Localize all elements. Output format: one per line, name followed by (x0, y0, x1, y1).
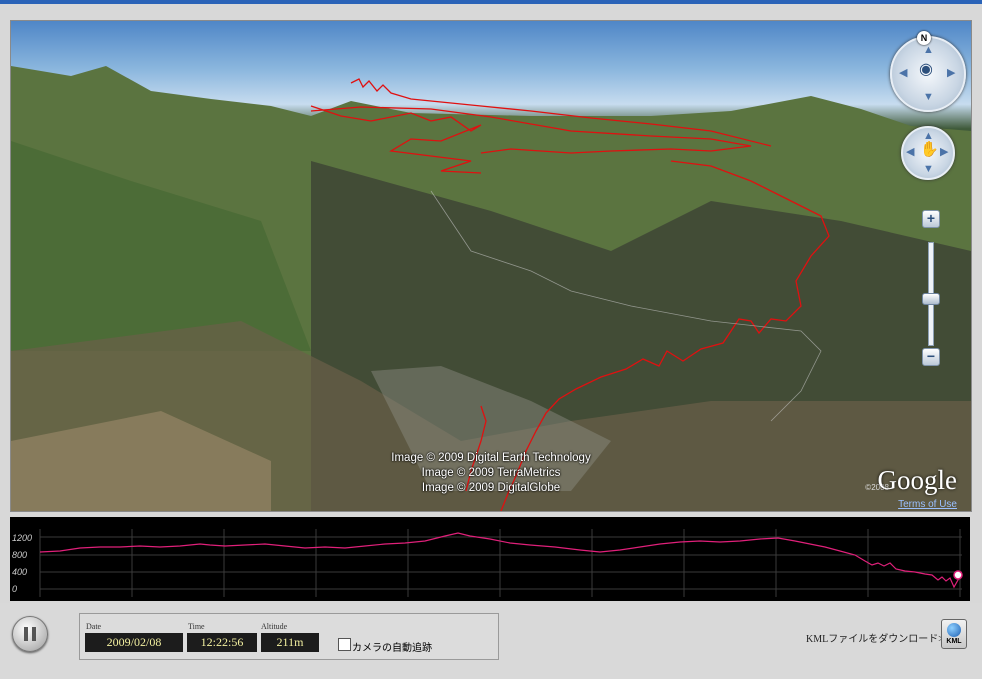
altitude-value: 211m (261, 633, 319, 652)
camera-follow-label[interactable]: カメラの自動追跡 (352, 639, 432, 654)
google-logo: Google (877, 465, 957, 495)
track-info-panel: Date 2009/02/08 Time 12:22:56 Altitude 2… (79, 613, 499, 660)
north-indicator[interactable]: N (917, 31, 931, 45)
imagery-credit-3: Image © 2009 DigitalGlobe (421, 482, 561, 494)
kml-file-icon[interactable]: KML (941, 619, 967, 649)
time-label: Time (188, 622, 205, 631)
map-viewport[interactable]: Image © 2009 Digital Earth Technology Im… (10, 20, 972, 512)
zoom-handle[interactable] (922, 293, 940, 305)
kml-download-link[interactable]: KMLファイルをダウンロード>> (806, 630, 950, 645)
look-right-icon[interactable]: ▶ (947, 68, 955, 79)
altitude-label: Altitude (261, 622, 288, 631)
elevation-profile[interactable]: 1200 800 400 0 (10, 517, 970, 601)
elevation-plot (39, 529, 963, 597)
terrain-imagery (11, 66, 971, 511)
move-right-icon[interactable]: ▶ (940, 147, 948, 158)
camera-follow-checkbox[interactable] (338, 638, 351, 651)
time-value: 12:22:56 (187, 633, 257, 652)
pause-icon (24, 627, 28, 641)
current-position-marker (953, 570, 963, 580)
look-control[interactable]: ▲ ▼ ◀ ▶ ◉ (890, 36, 966, 112)
look-left-icon[interactable]: ◀ (899, 68, 907, 79)
move-down-icon[interactable]: ▼ (923, 164, 934, 175)
imagery-credit-2: Image © 2009 TerraMetrics (421, 467, 561, 479)
move-left-icon[interactable]: ◀ (906, 147, 914, 158)
date-value: 2009/02/08 (85, 633, 183, 652)
imagery-credit-1: Image © 2009 Digital Earth Technology (391, 452, 591, 464)
zoom-in-button[interactable]: + (922, 210, 940, 228)
zoom-out-button[interactable]: − (922, 348, 940, 366)
date-label: Date (86, 622, 102, 631)
eye-icon: ◉ (919, 61, 933, 78)
globe-icon (947, 623, 961, 637)
top-accent-bar (0, 0, 982, 4)
move-control[interactable]: ▲ ▼ ◀ ▶ ✋ (901, 126, 955, 180)
look-up-icon[interactable]: ▲ (923, 45, 934, 56)
hand-icon: ✋ (920, 141, 939, 158)
terms-of-use-link[interactable]: Terms of Use (898, 499, 957, 510)
player-controls: Date 2009/02/08 Time 12:22:56 Altitude 2… (0, 603, 982, 679)
zoom-slider[interactable]: + − (922, 210, 940, 366)
pause-button[interactable] (12, 616, 48, 652)
look-down-icon[interactable]: ▼ (923, 92, 934, 103)
